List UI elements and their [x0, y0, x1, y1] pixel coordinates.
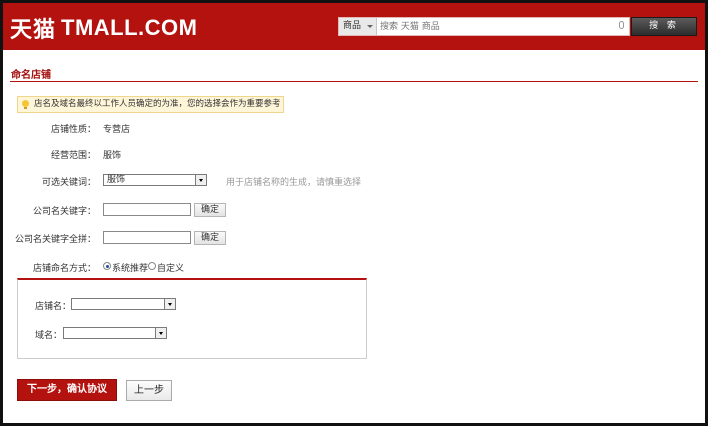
notice-banner: 店名及域名最终以工作人员确定的为准，您的选择会作为重要参考 [17, 96, 284, 113]
company-keyword-input[interactable] [103, 203, 191, 216]
store-type-label: 店铺性质： [50, 125, 96, 135]
page-title: 命名店铺 [11, 70, 51, 81]
keyword-label: 可选关键词： [41, 178, 96, 188]
company-pinyin-input[interactable] [103, 231, 191, 244]
scope-value: 服饰 [103, 151, 122, 161]
chevron-down-icon [367, 25, 373, 28]
dropdown-arrow-icon [195, 175, 206, 185]
company-keyword-label: 公司名关键字： [32, 207, 96, 217]
lightbulb-icon [22, 100, 29, 109]
title-divider [10, 81, 698, 82]
keyword-select[interactable]: 服饰 [103, 174, 207, 186]
company-pinyin-label: 公司名关键字全拼： [14, 235, 96, 245]
keyword-hint: 用于店铺名称的生成，请慎重选择 [226, 178, 362, 188]
tmall-logo[interactable]: 天猫 TMALL.COM [10, 12, 197, 44]
domain-select[interactable] [63, 327, 167, 339]
next-confirm-agreement-button[interactable]: 下一步，确认协议 [17, 379, 117, 401]
radio-system-recommend[interactable] [103, 262, 111, 270]
dropdown-arrow-icon [164, 299, 175, 309]
search-button[interactable]: 搜 索 [631, 17, 697, 36]
search-category-label: 商品 [343, 21, 362, 31]
naming-panel [17, 278, 367, 359]
radio-custom[interactable] [148, 262, 156, 270]
logo-chinese: 天猫 [10, 17, 57, 43]
company-pinyin-confirm-button[interactable]: 确定 [194, 231, 226, 245]
store-name-label: 店铺名： [35, 302, 72, 312]
dropdown-arrow-icon [155, 328, 166, 338]
previous-step-button[interactable]: 上一步 [126, 380, 172, 401]
domain-label: 域名： [35, 331, 63, 341]
scope-label: 经营范围： [50, 151, 96, 161]
company-keyword-confirm-button[interactable]: 确定 [194, 203, 226, 217]
microphone-icon[interactable] [619, 21, 624, 29]
keyword-select-value: 服饰 [107, 175, 126, 185]
notice-text: 店名及域名最终以工作人员确定的为准，您的选择会作为重要参考 [34, 99, 281, 109]
store-name-select[interactable] [71, 298, 176, 310]
logo-english: TMALL.COM [61, 15, 198, 40]
store-type-value: 专营店 [103, 125, 131, 135]
radio-system-recommend-label: 系统推荐 [112, 264, 149, 274]
radio-custom-label: 自定义 [157, 264, 185, 274]
naming-method-label: 店铺命名方式： [32, 264, 96, 274]
search-input[interactable] [380, 19, 610, 34]
search-category-select[interactable]: 商品 [339, 18, 377, 35]
search-box: 商品 [338, 17, 630, 36]
